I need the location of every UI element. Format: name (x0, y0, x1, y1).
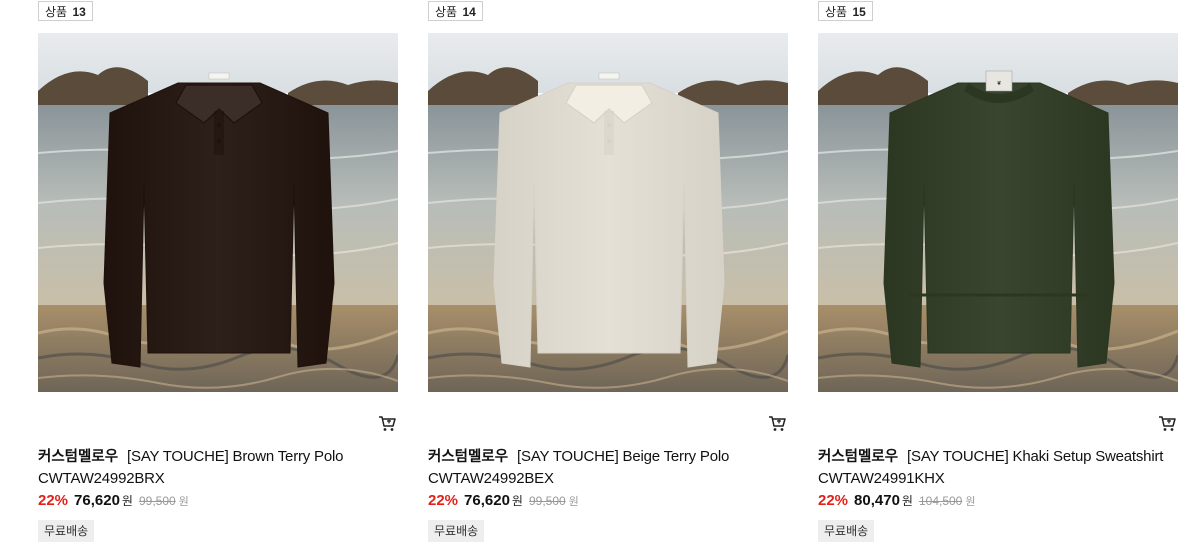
brand-name: 커스텀멜로우 (428, 449, 509, 465)
product-photo (38, 33, 398, 392)
rank-tag: 상품 14 (428, 1, 483, 21)
product-code: CWTAW24992BEX (428, 470, 554, 487)
product-image[interactable]: ❦ (818, 33, 1178, 392)
discount-rate: 22% (428, 492, 459, 509)
sale-price: 76,620 (464, 492, 510, 509)
free-shipping-badge: 무료배송 (428, 520, 485, 542)
rank-label: 상품 (825, 5, 848, 19)
original-currency-unit: 원 (178, 495, 189, 508)
product-title-link[interactable]: 커스텀멜로우 [SAY TOUCHE] Beige Terry Polo CWTA… (428, 446, 788, 490)
price-row: 22% 80,470 원 104,500 원 (818, 492, 975, 514)
rank-tag: 상품 13 (38, 1, 93, 21)
svg-text:❦: ❦ (996, 80, 1001, 87)
product-card: 상품 15 ❦ 커스텀멜로우 [SAY TOUCHE] Khaki Setup … (818, 0, 1178, 547)
original-price: 104,500 (918, 494, 963, 508)
free-shipping-badge: 무료배송 (818, 520, 875, 542)
currency-unit: 원 (901, 494, 913, 508)
brand-name: 커스텀멜로우 (818, 449, 899, 465)
cart-icon[interactable] (1156, 412, 1178, 434)
sale-price: 76,620 (74, 492, 120, 509)
free-shipping-badge: 무료배송 (38, 520, 95, 542)
product-name: [SAY TOUCHE] Beige Terry Polo (517, 448, 730, 465)
price-row: 22% 76,620 원 99,500 원 (38, 492, 189, 514)
original-price: 99,500 (528, 494, 566, 508)
product-name: [SAY TOUCHE] Khaki Setup Sweatshirt (907, 448, 1164, 465)
rank-number: 13 (72, 5, 86, 19)
price-row: 22% 76,620 원 99,500 원 (428, 492, 579, 514)
sale-price: 80,470 (854, 492, 900, 509)
brand-name: 커스텀멜로우 (38, 449, 119, 465)
cart-icon-glyph (769, 415, 786, 431)
product-title-link[interactable]: 커스텀멜로우 [SAY TOUCHE] Khaki Setup Sweatshir… (818, 446, 1178, 490)
currency-unit: 원 (511, 494, 523, 508)
cart-icon[interactable] (766, 412, 788, 434)
original-currency-unit: 원 (568, 495, 579, 508)
product-image[interactable] (428, 33, 788, 392)
discount-rate: 22% (38, 492, 69, 509)
product-title-link[interactable]: 커스텀멜로우 [SAY TOUCHE] Brown Terry Polo CWTA… (38, 446, 398, 490)
currency-unit: 원 (121, 494, 133, 508)
rank-number: 14 (462, 5, 476, 19)
product-image[interactable] (38, 33, 398, 392)
product-grid: 상품 13 커스텀멜로우 [SAY TOUCHE] Brown Terry Po… (38, 0, 1178, 547)
original-currency-unit: 원 (965, 495, 976, 508)
cart-icon[interactable] (376, 412, 398, 434)
product-name: [SAY TOUCHE] Brown Terry Polo (127, 448, 344, 465)
original-price: 99,500 (138, 494, 176, 508)
product-code: CWTAW24991KHX (818, 470, 945, 487)
rank-tag: 상품 15 (818, 1, 873, 21)
product-card: 상품 14 커스텀멜로우 [SAY TOUCHE] Beige Terry Po… (428, 0, 788, 547)
cart-icon-glyph (1159, 415, 1176, 431)
discount-rate: 22% (818, 492, 849, 509)
product-photo: ❦ (818, 33, 1178, 392)
cart-icon-glyph (379, 415, 396, 431)
rank-label: 상품 (45, 5, 68, 19)
product-photo (428, 33, 788, 392)
product-card: 상품 13 커스텀멜로우 [SAY TOUCHE] Brown Terry Po… (38, 0, 398, 547)
rank-number: 15 (852, 5, 866, 19)
product-code: CWTAW24992BRX (38, 470, 165, 487)
rank-label: 상품 (435, 5, 458, 19)
